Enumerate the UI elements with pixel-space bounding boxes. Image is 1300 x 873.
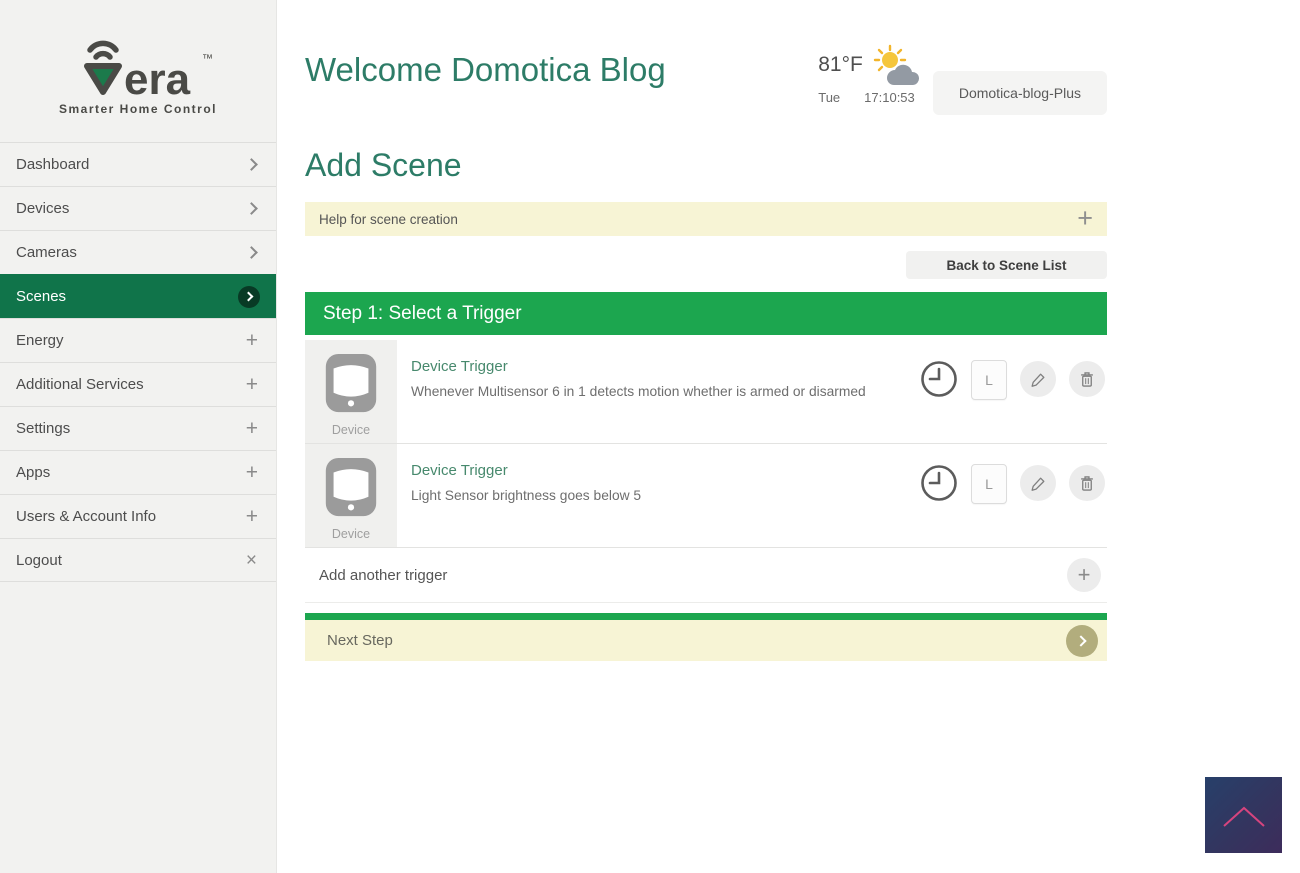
add-trigger-label: Add another trigger [319,567,1067,584]
device-icon [323,352,379,414]
delete-trigger-button[interactable] [1069,361,1105,397]
chevron-right-icon [245,246,258,259]
trigger-title-link[interactable]: Device Trigger [411,358,910,375]
chevron-right-circle-icon [238,286,260,308]
sidebar: era ™ Smarter Home Control Dashboard Dev… [0,0,277,873]
device-tile-label: Device [332,527,370,541]
clock-time: 17:10:53 [864,90,915,105]
device-tile-label: Device [332,423,370,437]
svg-text:era: era [124,55,191,100]
pencil-icon [1030,371,1047,388]
vera-logo: era ™ Smarter Home Control [0,0,276,132]
trigger-actions: L [920,444,1107,547]
sidebar-item-users-account-info[interactable]: Users & Account Info + [0,494,276,538]
sidebar-item-dashboard[interactable]: Dashboard [0,142,276,186]
add-trigger-row: Add another trigger + [305,548,1107,603]
sidebar-item-apps[interactable]: Apps + [0,450,276,494]
scroll-to-top-button[interactable] [1205,777,1282,853]
app-window: era ™ Smarter Home Control Dashboard Dev… [0,0,1300,873]
trigger-description: Light Sensor brightness goes below 5 [411,488,910,503]
help-bar[interactable]: Help for scene creation + [305,202,1107,236]
trash-icon [1079,371,1095,388]
page-title: Add Scene [305,147,1107,184]
vera-logo-icon: era ™ [58,28,218,100]
clock-icon [920,464,958,502]
sidebar-item-cameras[interactable]: Cameras [0,230,276,274]
trigger-row: Device Device Trigger Light Sensor brigh… [305,444,1107,548]
next-step-label: Next Step [327,632,1066,649]
chevron-right-icon [245,202,258,215]
partly-cloudy-icon [871,44,921,86]
step-title: Step 1: Select a Trigger [323,303,522,325]
sidebar-nav: Dashboard Devices Cameras Scenes Energy … [0,142,276,582]
edit-trigger-button[interactable] [1020,361,1056,397]
trigger-description: Whenever Multisensor 6 in 1 detects moti… [411,384,910,399]
sidebar-item-additional-services[interactable]: Additional Services + [0,362,276,406]
close-icon: × [246,551,257,570]
expand-help-plus-icon[interactable]: + [1077,208,1093,230]
device-tile: Device [305,444,397,547]
edit-trigger-button[interactable] [1020,465,1056,501]
main-area: Welcome Domotica Blog 81°F [277,0,1300,873]
chevron-up-icon [1218,801,1270,829]
plus-icon: + [246,330,258,351]
sidebar-item-scenes[interactable]: Scenes [0,274,276,318]
sidebar-item-devices[interactable]: Devices [0,186,276,230]
trigger-actions: L [920,340,1107,443]
step-progress-bar [305,613,1107,620]
logo-tagline: Smarter Home Control [59,102,217,116]
trigger-row: Device Device Trigger Whenever Multisens… [305,340,1107,444]
plus-icon: + [246,462,258,483]
weekday-label: Tue [818,90,840,105]
luup-button[interactable]: L [971,360,1007,400]
svg-text:™: ™ [202,53,213,65]
schedule-clock-button[interactable] [920,464,958,502]
temperature-value: 81°F [818,53,863,77]
welcome-title: Welcome Domotica Blog [305,52,675,89]
step-header: Step 1: Select a Trigger [305,292,1107,335]
pencil-icon [1030,475,1047,492]
weather-block: 81°F [818,44,921,105]
next-step-bar[interactable]: Next Step [305,620,1107,661]
plus-icon: + [246,374,258,395]
page-header: Welcome Domotica Blog 81°F [305,0,1107,145]
clock-icon [920,360,958,398]
chevron-right-icon [245,158,258,171]
help-label: Help for scene creation [319,212,1077,227]
next-step-button[interactable] [1066,625,1098,657]
trigger-title-link[interactable]: Device Trigger [411,462,910,479]
trash-icon [1079,475,1095,492]
device-tile: Device [305,340,397,443]
chevron-right-icon [1075,635,1086,646]
back-to-scene-list-button[interactable]: Back to Scene List [906,251,1107,279]
sidebar-item-energy[interactable]: Energy + [0,318,276,362]
controller-select-button[interactable]: Domotica-blog-Plus [933,71,1107,115]
add-trigger-plus-button[interactable]: + [1067,558,1101,592]
delete-trigger-button[interactable] [1069,465,1105,501]
device-icon [323,456,379,518]
plus-icon: + [246,418,258,439]
sidebar-item-logout[interactable]: Logout × [0,538,276,582]
schedule-clock-button[interactable] [920,360,958,398]
sidebar-item-settings[interactable]: Settings + [0,406,276,450]
status-cluster: 81°F [818,44,1107,115]
plus-icon: + [246,506,258,527]
luup-button[interactable]: L [971,464,1007,504]
